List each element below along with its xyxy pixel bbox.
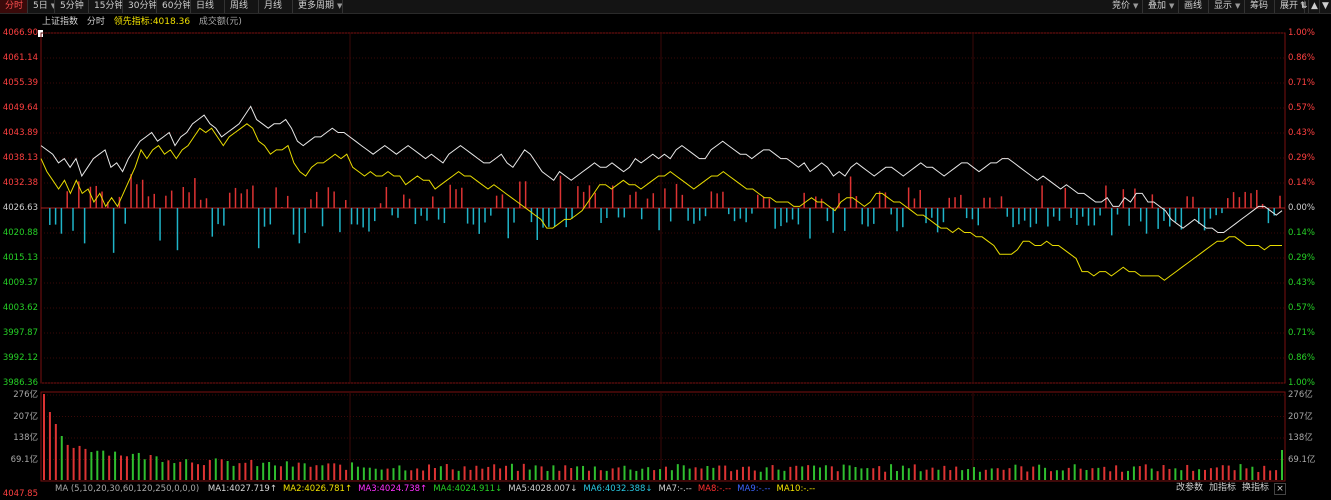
percent-tick-label: 0.00% xyxy=(1288,203,1316,213)
ma-legend-item: MA7:-.-- xyxy=(658,484,692,494)
change-params-button[interactable]: 改参数 xyxy=(1176,482,1203,495)
price-tick-label: 4049.64 xyxy=(2,103,38,113)
ma-legend-item: MA1:4027.719↑ xyxy=(207,484,277,494)
ma-legend-item: MA2:4026.781↑ xyxy=(282,484,353,494)
volume-tick-label: 138亿 xyxy=(13,433,38,443)
volume-tick-label: 276亿 xyxy=(13,390,38,400)
price-tick-label: 4032.38 xyxy=(2,178,38,188)
ma-legend: MA (5,10,20,30,60,120,250,0,0,0) MA1:402… xyxy=(55,483,827,495)
price-tick-label: 3986.36 xyxy=(2,378,38,388)
volume-tick-label: 69.1亿 xyxy=(1288,454,1316,465)
ma-legend-item: MA3:4024.738↑ xyxy=(358,484,428,494)
percent-tick-label: 0.14% xyxy=(1288,228,1316,238)
volume-tick-label: 207亿 xyxy=(13,411,38,422)
percent-tick-label: 0.43% xyxy=(1288,278,1316,288)
price-tick-label: 4009.37 xyxy=(2,278,38,288)
percent-tick-label: 0.43% xyxy=(1288,128,1316,138)
percent-tick-label: 0.57% xyxy=(1288,303,1316,313)
ma-legend-item: MA6:4032.388↓ xyxy=(583,484,653,494)
intraday-chart[interactable] xyxy=(0,0,1331,500)
volume-tick-label: 69.1亿 xyxy=(10,454,38,465)
percent-tick-label: 0.29% xyxy=(1288,153,1316,163)
percent-tick-label: 0.71% xyxy=(1288,328,1316,338)
ma-legend-item: MA4:4024.911↓ xyxy=(433,484,503,494)
ma-params[interactable]: MA (5,10,20,30,60,120,250,0,0,0) xyxy=(55,484,199,494)
percent-tick-label: 1.00% xyxy=(1288,28,1316,38)
percent-tick-label: 0.86% xyxy=(1288,353,1316,363)
price-tick-label: 4020.88 xyxy=(2,228,38,238)
price-tick-label: 3997.87 xyxy=(2,328,38,338)
price-tick-label: 4055.39 xyxy=(2,78,38,88)
price-tick-label: 3992.12 xyxy=(2,353,38,363)
percent-tick-label: 0.14% xyxy=(1288,178,1316,188)
price-tick-label: 4066.90 xyxy=(2,28,38,38)
ma-legend-item: MA5:4028.007↓ xyxy=(508,484,578,494)
bottom-price-label: 4047.85 xyxy=(2,489,38,499)
price-tick-label: 4003.62 xyxy=(2,303,38,313)
percent-tick-label: 0.86% xyxy=(1288,53,1316,63)
switch-indicator-button[interactable]: 换指标 xyxy=(1242,482,1269,495)
volume-tick-label: 138亿 xyxy=(1288,433,1313,443)
percent-tick-label: 0.57% xyxy=(1288,103,1316,113)
price-tick-label: 4026.63 xyxy=(2,203,38,213)
percent-tick-label: 0.71% xyxy=(1288,78,1316,88)
ma-legend-item: MA9:-.-- xyxy=(737,484,771,494)
price-tick-label: 4015.13 xyxy=(2,253,38,263)
percent-tick-label: 0.29% xyxy=(1288,253,1316,263)
price-tick-label: 4043.89 xyxy=(2,128,38,138)
volume-tick-label: 276亿 xyxy=(1288,390,1313,400)
percent-tick-label: 1.00% xyxy=(1288,378,1316,388)
ma-legend-item: MA10:-.-- xyxy=(776,484,816,494)
volume-tick-label: 207亿 xyxy=(1288,411,1313,422)
price-tick-label: 4061.14 xyxy=(2,53,38,63)
ma-legend-item: MA8:-.-- xyxy=(697,484,732,494)
price-tick-label: 4038.13 xyxy=(2,153,38,163)
add-indicator-button[interactable]: 加指标 xyxy=(1209,482,1236,495)
close-icon[interactable]: × xyxy=(1274,483,1286,495)
